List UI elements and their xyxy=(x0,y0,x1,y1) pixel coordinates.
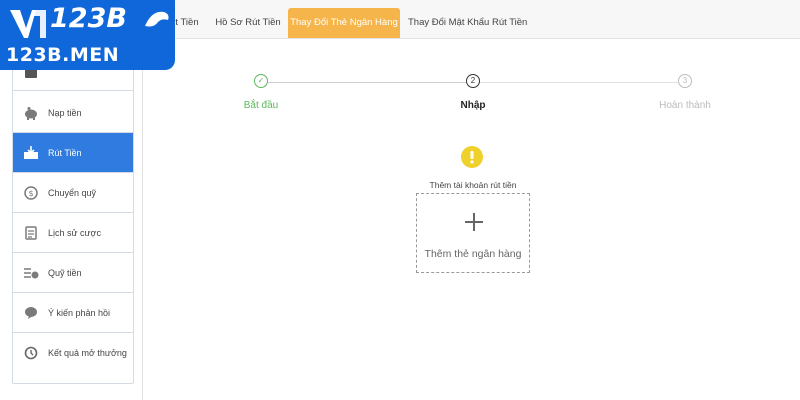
add-bank-card-label: Thêm thẻ ngân hàng xyxy=(424,248,522,260)
logo-mark-icon xyxy=(10,10,46,38)
svg-text:$: $ xyxy=(28,189,33,198)
clock-history-icon xyxy=(22,344,40,362)
transfer-icon: $ xyxy=(22,184,40,202)
sidebar-item-transfer[interactable]: $ Chuyển quỹ xyxy=(13,173,133,213)
step-3-indicator: 3 xyxy=(678,74,692,88)
sidebar-item-feedback[interactable]: Ý kiến phản hồi xyxy=(13,293,133,333)
stepper-line-1 xyxy=(268,82,466,83)
tab-withdraw[interactable]: t Tiền xyxy=(172,8,202,38)
step-1-label: Bắt đầu xyxy=(243,100,279,111)
fund-icon xyxy=(22,264,40,282)
sidebar-item-withdraw[interactable]: Rút Tiền xyxy=(13,133,133,173)
sidebar-item-label: Quỹ tiền xyxy=(48,267,82,278)
tab-withdraw-profile[interactable]: Hồ Sơ Rút Tiền xyxy=(212,8,284,38)
tab-change-bank-card[interactable]: Thay Đổi Thẻ Ngân Hàng xyxy=(288,8,400,38)
step-2-label: Nhập xyxy=(460,100,486,111)
step-3-label: Hoàn thành xyxy=(659,100,711,111)
step-1-done-icon: ✓ xyxy=(254,74,268,88)
logo-text: 123B xyxy=(50,3,127,34)
sidebar-item-label: Ý kiến phản hồi xyxy=(48,307,111,318)
sidebar-item-label: Lịch sử cược xyxy=(48,227,101,238)
sidebar-item-results[interactable]: Kết quả mở thưởng xyxy=(13,333,133,373)
piggy-bank-icon xyxy=(22,104,40,122)
history-list-icon xyxy=(22,224,40,242)
add-withdraw-account-notice: Thêm tài khoản rút tiền xyxy=(429,180,517,190)
step-2-indicator: 2 xyxy=(466,74,480,88)
add-bank-card-button[interactable]: Thêm thẻ ngân hàng xyxy=(416,193,530,273)
sidebar-item-label: Nạp tiền xyxy=(48,107,82,118)
sidebar-item-fund[interactable]: Quỹ tiền xyxy=(13,253,133,293)
feedback-icon xyxy=(22,304,40,322)
logo-dragon-icon xyxy=(145,11,169,27)
logo-domain: 123B.MEN xyxy=(6,44,120,66)
sidebar-item-label: Rút Tiền xyxy=(48,147,82,158)
withdraw-icon xyxy=(22,144,40,162)
brand-logo[interactable]: 123B 123B.MEN xyxy=(0,0,175,70)
content-divider xyxy=(142,38,143,400)
stepper-line-2 xyxy=(480,82,678,83)
warning-icon xyxy=(461,146,483,168)
plus-icon-vertical xyxy=(473,213,475,231)
tab-change-withdraw-password[interactable]: Thay Đổi Mật Khẩu Rút Tiền xyxy=(408,8,527,38)
sidebar-item-deposit[interactable]: Nạp tiền xyxy=(13,93,133,133)
sidebar-item-bet-history[interactable]: Lịch sử cược xyxy=(13,213,133,253)
sidebar: Nạp tiền Rút Tiền $ Chuyển quỹ Lịch sử c… xyxy=(12,52,134,384)
sidebar-item-label: Kết quả mở thưởng xyxy=(48,348,127,358)
sidebar-item-label: Chuyển quỹ xyxy=(48,187,97,198)
